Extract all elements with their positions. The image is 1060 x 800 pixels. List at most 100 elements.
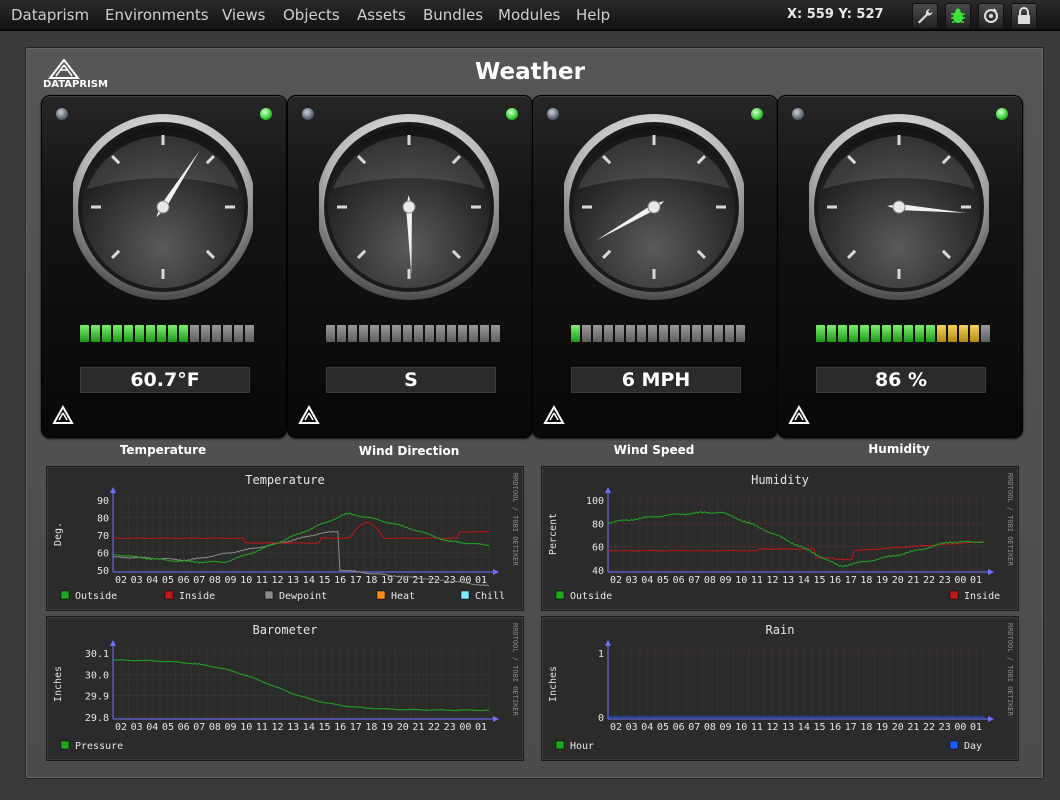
legend-label: Dewpoint — [279, 591, 327, 602]
rrdtool-credit: RRDTOOL / TOBI OETIKER — [511, 473, 519, 567]
led-segment — [414, 325, 423, 342]
x-tick-label: 18 — [365, 575, 377, 586]
led-segment — [937, 325, 946, 342]
settings-button[interactable] — [912, 3, 938, 29]
x-tick-label: 04 — [641, 575, 653, 586]
x-tick-label: 10 — [240, 722, 252, 733]
x-tick-label: 04 — [146, 722, 158, 733]
x-tick-label: 23 — [444, 575, 456, 586]
menu-objects[interactable]: Objects — [283, 6, 340, 24]
needle-hub — [647, 200, 661, 214]
gauge-label-wind-speed: Wind Speed — [613, 443, 695, 457]
dataprism-mark-icon — [52, 405, 74, 424]
led-segment — [626, 325, 635, 342]
x-tick-label: 22 — [923, 575, 935, 586]
x-tick-label: 07 — [193, 722, 205, 733]
x-tick-label: 09 — [720, 722, 732, 733]
gauge-label-wind-direction: Wind Direction — [358, 444, 460, 458]
barometer-graph: Barometer Inches RRDTOOL / TOBI OETIKER 30.… — [46, 616, 524, 761]
led-segment — [904, 325, 913, 342]
x-tick-label: 16 — [334, 575, 346, 586]
led-segment — [480, 325, 489, 342]
needle-hub — [156, 200, 170, 214]
menu-assets[interactable]: Assets — [357, 6, 406, 24]
led-segment — [582, 325, 591, 342]
led-segment — [212, 325, 221, 342]
x-tick-label: 01 — [970, 722, 982, 733]
status-lamp-on — [506, 108, 518, 120]
menu-bundles[interactable]: Bundles — [423, 6, 483, 24]
legend-swatch — [555, 590, 565, 600]
x-tick-label: 17 — [350, 722, 362, 733]
x-tick-label: 14 — [798, 722, 810, 733]
axis-arrow — [988, 569, 994, 575]
led-segment — [571, 325, 580, 342]
x-tick-label: 03 — [131, 575, 143, 586]
cursor-coordinates: X: 559 Y: 527 — [787, 7, 884, 22]
x-tick-label: 06 — [178, 575, 190, 586]
led-segment — [337, 325, 346, 342]
y-tick-label: 80 — [97, 514, 109, 525]
legend-swatch — [949, 590, 959, 600]
x-tick-label: 02 — [115, 722, 127, 733]
led-segment — [245, 325, 254, 342]
x-tick-label: 05 — [162, 575, 174, 586]
y-tick-label: 1 — [598, 649, 604, 660]
x-tick-label: 05 — [657, 722, 669, 733]
legend-label: Heat — [391, 591, 415, 602]
axis-arrow — [493, 716, 499, 722]
menu-views[interactable]: Views — [222, 6, 265, 24]
led-segment — [190, 325, 199, 342]
led-bar — [571, 325, 745, 342]
x-tick-label: 21 — [907, 722, 919, 733]
led-segment — [326, 325, 335, 342]
led-segment — [681, 325, 690, 342]
x-tick-label: 19 — [381, 722, 393, 733]
x-tick-label: 11 — [751, 575, 763, 586]
humidity-readout: 86 % — [816, 367, 986, 393]
led-segment — [648, 325, 657, 342]
led-segment — [359, 325, 368, 342]
dataprism-mark-icon — [298, 405, 320, 424]
wind-speed-dial — [564, 114, 744, 300]
x-tick-label: 09 — [225, 575, 237, 586]
led-segment — [670, 325, 679, 342]
menu-help[interactable]: Help — [576, 6, 610, 24]
led-segment — [926, 325, 935, 342]
gauge-wind-speed: 6 MPH — [532, 95, 778, 438]
x-tick-label: 08 — [209, 722, 221, 733]
led-segment — [392, 325, 401, 342]
led-segment — [458, 325, 467, 342]
refresh-button[interactable] — [978, 3, 1004, 29]
led-segment — [725, 325, 734, 342]
y-tick-label: 29.8 — [85, 713, 109, 724]
led-segment — [736, 325, 745, 342]
debug-button[interactable] — [945, 3, 971, 29]
menu-environments[interactable]: Environments — [105, 6, 209, 24]
led-segment — [403, 325, 412, 342]
legend-swatch — [164, 590, 174, 600]
axis-arrow — [988, 716, 994, 722]
x-tick-label: 18 — [860, 722, 872, 733]
menu-dataprism[interactable]: Dataprism — [11, 6, 89, 24]
led-bar — [816, 325, 990, 342]
wind-direction-dial — [319, 114, 499, 300]
x-tick-label: 23 — [939, 722, 951, 733]
led-segment — [102, 325, 111, 342]
led-segment — [871, 325, 880, 342]
led-segment — [838, 325, 847, 342]
menu-modules[interactable]: Modules — [498, 6, 560, 24]
led-segment — [816, 325, 825, 342]
led-segment — [146, 325, 155, 342]
x-tick-label: 13 — [287, 722, 299, 733]
led-segment — [234, 325, 243, 342]
led-segment — [201, 325, 210, 342]
legend-swatch — [264, 590, 274, 600]
x-tick-label: 04 — [146, 575, 158, 586]
x-tick-label: 09 — [720, 575, 732, 586]
lock-button[interactable] — [1011, 3, 1037, 29]
led-segment — [593, 325, 602, 342]
x-tick-label: 22 — [923, 722, 935, 733]
led-segment — [915, 325, 924, 342]
dataprism-mark-icon — [543, 405, 565, 424]
